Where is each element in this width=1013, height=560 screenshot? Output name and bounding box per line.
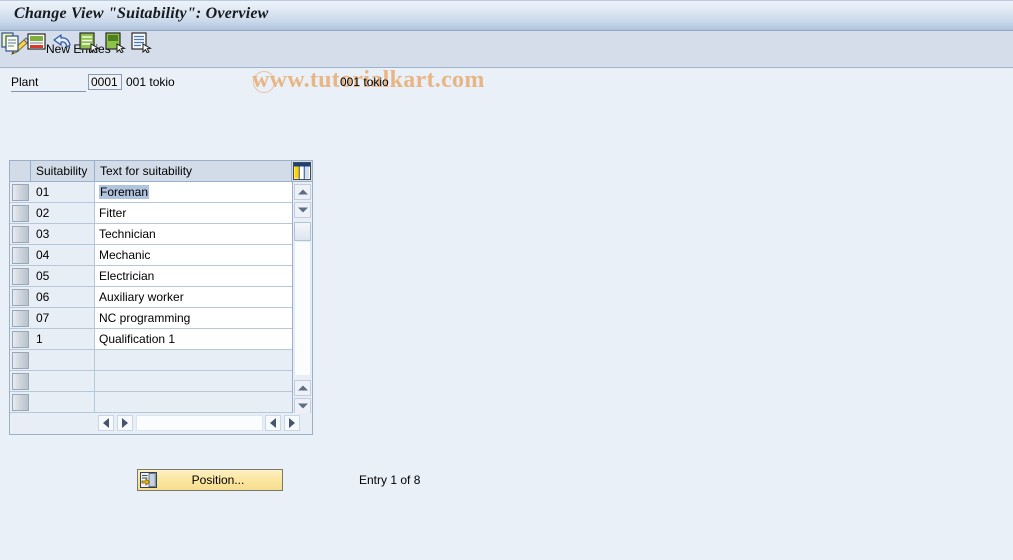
cell-suitability[interactable]: 05 [31, 266, 95, 286]
delete-icon[interactable] [26, 31, 48, 53]
suitability-table: Suitability Text for suitability 01 Forem… [9, 160, 313, 435]
table-horizontal-scrollbar[interactable] [95, 413, 312, 434]
column-header-suitability[interactable]: Suitability [31, 161, 95, 181]
row-select-button[interactable] [12, 205, 29, 222]
table-settings-icon[interactable] [293, 162, 311, 180]
plant-description-secondary: 001 tokio [340, 75, 389, 89]
title-bar-top-edge [0, 0, 1013, 1]
cell-suitability[interactable]: 03 [31, 224, 95, 244]
deselect-all-icon[interactable] [130, 31, 152, 54]
column-header-text-for-suitability[interactable]: Text for suitability [95, 161, 292, 181]
cell-text-for-suitability[interactable] [95, 392, 292, 412]
table-row[interactable] [10, 350, 292, 371]
cell-text-for-suitability[interactable]: Mechanic [95, 245, 292, 265]
cell-text-selected: Foreman [99, 185, 150, 199]
cell-text-for-suitability[interactable]: Fitter [95, 203, 292, 223]
plant-input[interactable] [88, 74, 122, 90]
position-button-label: Position... [191, 473, 245, 487]
scroll-page-up-button[interactable] [294, 380, 311, 396]
cell-suitability[interactable] [31, 350, 95, 370]
chevron-up-icon [297, 385, 308, 391]
select-all-icon[interactable] [78, 31, 100, 54]
chevron-left-icon [270, 418, 276, 428]
table-row[interactable]: 01 Foreman [10, 182, 292, 203]
table-row[interactable]: 07 NC programming [10, 308, 292, 329]
table-vertical-scrollbar[interactable] [292, 182, 312, 433]
cell-text-for-suitability[interactable]: NC programming [95, 308, 292, 328]
cell-text-for-suitability[interactable]: Qualification 1 [95, 329, 292, 349]
cell-suitability[interactable]: 07 [31, 308, 95, 328]
entry-status-text: Entry 1 of 8 [359, 473, 421, 487]
scrollbar-thumb[interactable] [294, 222, 311, 241]
cell-text-for-suitability[interactable] [95, 371, 292, 391]
row-select-button[interactable] [12, 247, 29, 264]
row-select-button[interactable] [12, 268, 29, 285]
table-body: 01 Foreman 02 Fitter 03 Technician 04 Mechanic 0… [10, 182, 292, 413]
cell-suitability[interactable] [31, 392, 95, 412]
application-toolbar: New Entries www.tutorialkart.com [0, 31, 1013, 93]
cell-text-for-suitability[interactable]: Electrician [95, 266, 292, 286]
scroll-left-button[interactable] [98, 415, 114, 431]
row-select-button[interactable] [12, 184, 29, 201]
cell-suitability[interactable]: 01 [31, 182, 95, 202]
table-header-row: Suitability Text for suitability [10, 161, 312, 182]
table-row[interactable]: 06 Auxiliary worker [10, 287, 292, 308]
scroll-column-left-button[interactable] [265, 415, 281, 431]
scroll-page-down-button[interactable] [294, 398, 311, 414]
table-row[interactable]: 03 Technician [10, 224, 292, 245]
cell-text-for-suitability[interactable]: Technician [95, 224, 292, 244]
row-select-button[interactable] [12, 373, 29, 390]
horizontal-scrollbar-track[interactable] [136, 415, 263, 431]
select-all-column-header[interactable] [10, 161, 31, 181]
copy-as-icon[interactable] [0, 31, 22, 53]
cell-text-for-suitability[interactable]: Auxiliary worker [95, 287, 292, 307]
window-title-bar: Change View "Suitability": Overview [0, 0, 1013, 31]
row-select-button[interactable] [12, 289, 29, 306]
table-row[interactable]: 04 Mechanic [10, 245, 292, 266]
scrollbar-track[interactable] [294, 242, 311, 375]
cell-text-for-suitability[interactable] [95, 350, 292, 370]
cell-suitability[interactable]: 02 [31, 203, 95, 223]
scroll-up-button[interactable] [294, 184, 311, 200]
undo-icon[interactable] [52, 31, 74, 53]
row-select-button[interactable] [12, 226, 29, 243]
chevron-right-icon [289, 418, 295, 428]
table-row[interactable] [10, 392, 292, 413]
table-row[interactable] [10, 371, 292, 392]
table-row[interactable]: 05 Electrician [10, 266, 292, 287]
scroll-right-button[interactable] [117, 415, 133, 431]
row-select-button[interactable] [12, 310, 29, 327]
page-title: Change View "Suitability": Overview [14, 5, 269, 22]
cell-suitability[interactable] [31, 371, 95, 391]
plant-description: 001 tokio [126, 75, 175, 89]
table-row[interactable]: 1 Qualification 1 [10, 329, 292, 350]
scroll-down-button[interactable] [294, 202, 311, 218]
chevron-up-icon [297, 189, 308, 195]
table-row[interactable]: 02 Fitter [10, 203, 292, 224]
cell-text-for-suitability[interactable]: Foreman [95, 182, 292, 202]
row-select-button[interactable] [12, 394, 29, 411]
row-select-button[interactable] [12, 331, 29, 348]
cell-suitability[interactable]: 04 [31, 245, 95, 265]
cell-suitability[interactable]: 1 [31, 329, 95, 349]
chevron-down-icon [297, 403, 308, 409]
chevron-left-icon [103, 418, 109, 428]
plant-field-row: Plant 001 tokio 001 tokio [0, 68, 1013, 98]
chevron-right-icon [122, 418, 128, 428]
chevron-down-icon [297, 207, 308, 213]
row-select-button[interactable] [12, 352, 29, 369]
plant-label: Plant [11, 75, 86, 92]
scroll-column-right-button[interactable] [284, 415, 300, 431]
select-block-icon[interactable] [104, 31, 126, 54]
cell-suitability[interactable]: 06 [31, 287, 95, 307]
position-button[interactable]: Position... [137, 469, 283, 491]
